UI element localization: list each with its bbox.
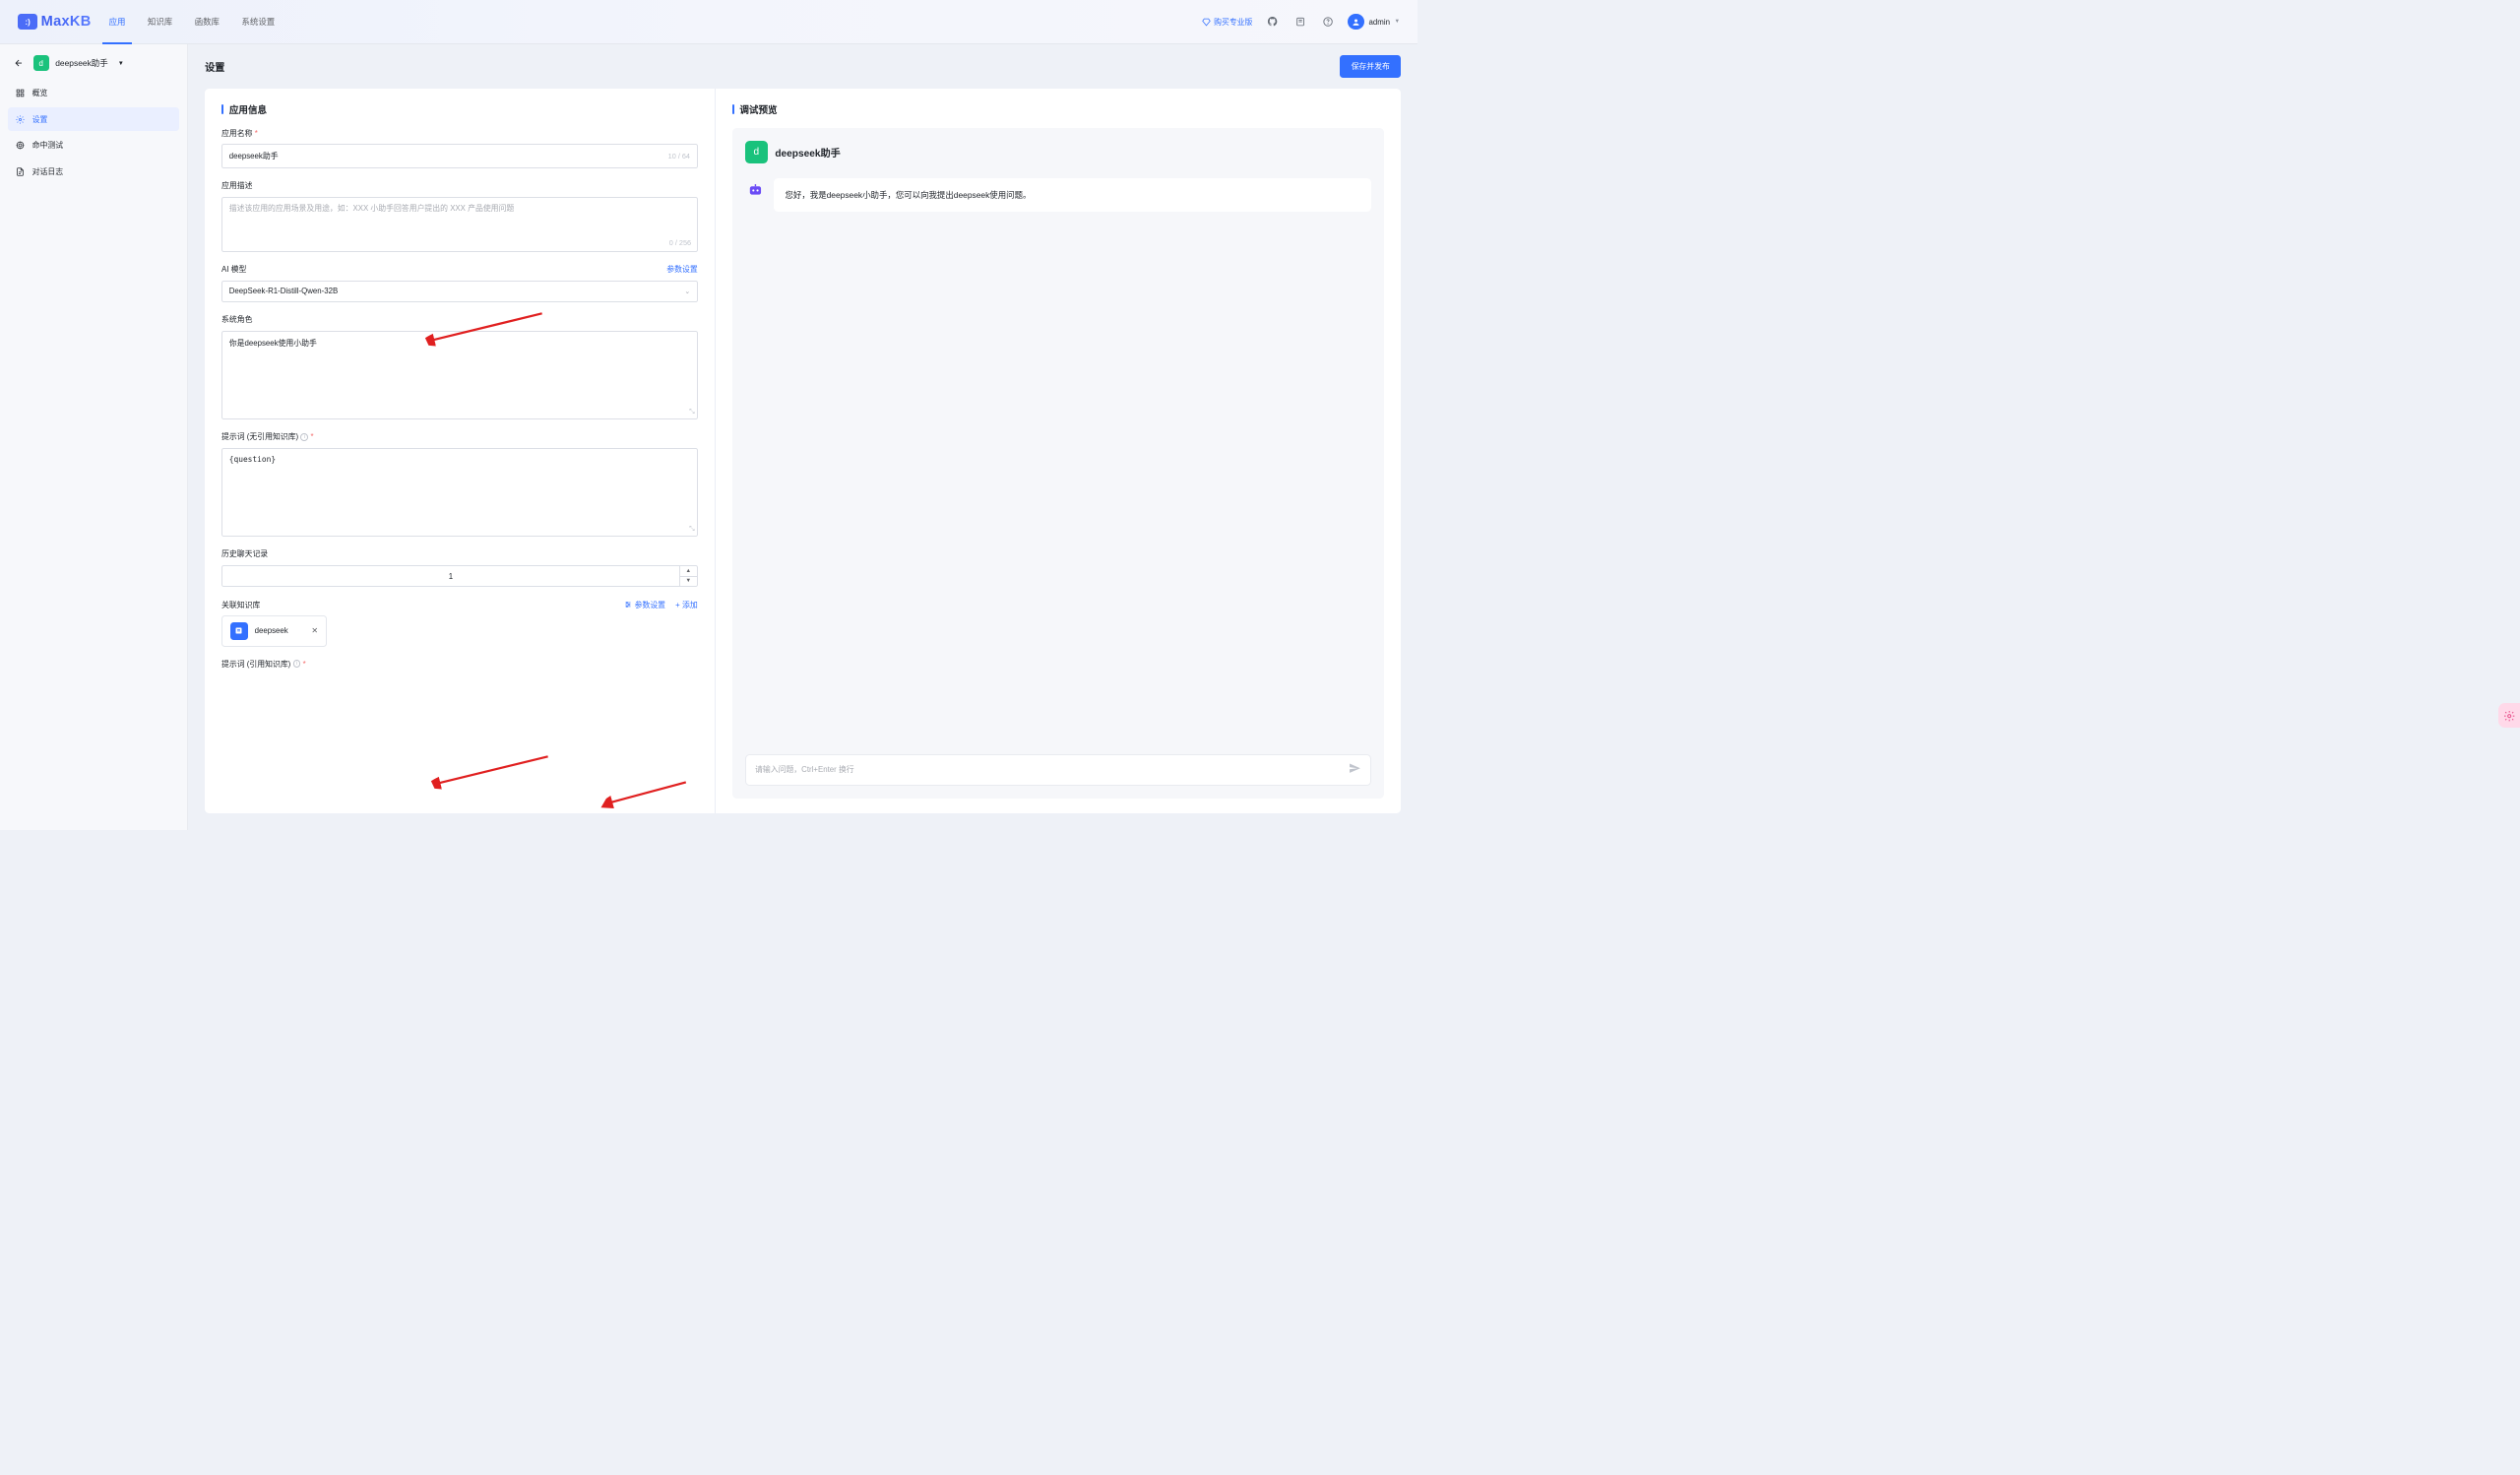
- chat-input-placeholder: 请输入问题，Ctrl+Enter 换行: [755, 764, 1343, 775]
- kb-name: deepseek: [255, 626, 288, 635]
- docs-icon[interactable]: [1292, 14, 1308, 30]
- help-icon[interactable]: [1320, 14, 1336, 30]
- label-kb: 关联知识库: [221, 600, 260, 610]
- preview-app-title: deepseek助手: [775, 145, 840, 160]
- section-bar: [221, 104, 223, 114]
- label-prompt-nokb: 提示词 (无引用知识库) i *: [221, 431, 698, 442]
- textarea-prompt-nokb[interactable]: {question} ⤡: [221, 448, 698, 537]
- chevron-down-icon: ⌄: [684, 288, 690, 295]
- preview-badge: d: [745, 141, 768, 163]
- section-head-app-info: 应用信息: [221, 102, 698, 116]
- label-app-desc: 应用描述: [221, 180, 698, 191]
- nav-tab-kb[interactable]: 知识库: [148, 0, 172, 43]
- breadcrumb-app-name[interactable]: deepseek助手: [55, 57, 107, 69]
- github-icon[interactable]: [1265, 14, 1281, 30]
- diamond-icon: [1202, 18, 1211, 27]
- section-bar: [732, 104, 734, 114]
- textarea-app-desc[interactable]: 描述该应用的应用场景及用途，如：XXX 小助手回答用户提出的 XXX 产品使用问…: [221, 197, 698, 252]
- sidebar: d deepseek助手 ▼ 概览 设置: [0, 44, 188, 830]
- input-app-name[interactable]: deepseek助手 10 / 64: [221, 144, 698, 167]
- stepper-value[interactable]: 1: [222, 566, 679, 586]
- topbar: MaxKB 应用 知识库 函数库 系统设置 购买专业版: [0, 0, 1418, 44]
- label-app-name: 应用名称*: [221, 128, 698, 139]
- nav-tabs: 应用 知识库 函数库 系统设置: [109, 0, 276, 43]
- kb-add-link[interactable]: + 添加: [675, 600, 698, 610]
- kb-remove-button[interactable]: ✕: [294, 626, 317, 635]
- logo[interactable]: MaxKB: [18, 14, 92, 31]
- logo-text: MaxKB: [41, 14, 92, 30]
- nav-tab-app[interactable]: 应用: [109, 0, 126, 43]
- counter: 10 / 64: [668, 152, 690, 160]
- plus-icon: +: [675, 601, 680, 609]
- section-head-preview: 调试预览: [732, 102, 1385, 116]
- logo-icon: [18, 14, 37, 31]
- nav-tab-func[interactable]: 函数库: [195, 0, 220, 43]
- kb-icon: [230, 622, 248, 640]
- main-card: 应用信息 应用名称* deepseek助手 10 / 64: [205, 89, 1401, 813]
- user-menu[interactable]: admin ▼: [1348, 14, 1400, 31]
- document-icon: [16, 167, 26, 177]
- side-nav: 概览 设置 命中测试: [0, 77, 187, 189]
- caret-down-icon: ▼: [1394, 19, 1400, 25]
- resize-handle-icon: ⤡: [689, 409, 694, 417]
- bot-message: 您好，我是deepseek小助手，您可以向我提出deepseek使用问题。: [745, 178, 1371, 212]
- sidebar-item-label: 对话日志: [32, 166, 63, 177]
- back-button[interactable]: [11, 55, 27, 71]
- info-icon[interactable]: i: [300, 433, 308, 441]
- topbar-right: 购买专业版 admin ▼: [1202, 14, 1400, 31]
- label-history: 历史聊天记录: [221, 548, 698, 559]
- stepper-down-button[interactable]: ▼: [680, 577, 697, 587]
- section-title: 调试预览: [739, 102, 777, 116]
- send-icon[interactable]: [1349, 762, 1360, 776]
- sidebar-item-settings[interactable]: 设置: [8, 107, 180, 132]
- label-ai-model: AI 模型: [221, 264, 246, 275]
- avatar-icon: [1348, 14, 1364, 31]
- kb-item: deepseek ✕: [221, 615, 327, 646]
- nav-tab-settings[interactable]: 系统设置: [241, 0, 275, 43]
- target-icon: [16, 141, 26, 151]
- textarea-system-role[interactable]: 你是deepseek使用小助手 ⤡: [221, 331, 698, 419]
- sidebar-item-label: 概览: [32, 88, 48, 98]
- gear-icon: [16, 114, 26, 124]
- sidebar-item-chat-log[interactable]: 对话日志: [8, 160, 180, 184]
- preview-column: 调试预览 d deepseek助手 您好，我是deeps: [716, 89, 1402, 813]
- username: admin: [1369, 18, 1390, 27]
- sidebar-item-label: 设置: [32, 114, 48, 125]
- grid-icon: [16, 88, 26, 97]
- sidebar-item-overview[interactable]: 概览: [8, 81, 180, 105]
- stepper-up-button[interactable]: ▲: [680, 566, 697, 577]
- ai-model-params-link[interactable]: 参数设置: [666, 264, 697, 275]
- resize-handle-icon: ⤡: [689, 526, 694, 534]
- bot-avatar-icon: [745, 181, 765, 201]
- breadcrumb: d deepseek助手 ▼: [0, 50, 187, 77]
- label-prompt-kb: 提示词 (引用知识库) i *: [221, 659, 698, 670]
- app-badge: d: [33, 55, 49, 71]
- kb-params-link[interactable]: 参数设置: [624, 600, 665, 610]
- preview-panel: d deepseek助手 您好，我是deepseek小助手，您可以向我提出dee…: [732, 128, 1385, 800]
- page-header: 设置 保存并发布: [188, 44, 1418, 89]
- info-icon[interactable]: i: [293, 660, 301, 668]
- save-publish-button[interactable]: 保存并发布: [1340, 55, 1401, 77]
- bot-message-text: 您好，我是deepseek小助手，您可以向我提出deepseek使用问题。: [774, 178, 1371, 212]
- chat-input[interactable]: 请输入问题，Ctrl+Enter 换行: [745, 754, 1371, 786]
- sliders-icon: [624, 601, 632, 609]
- preview-header: d deepseek助手: [745, 141, 1371, 163]
- label-system-role: 系统角色: [221, 314, 698, 325]
- form-column: 应用信息 应用名称* deepseek助手 10 / 64: [205, 89, 716, 813]
- caret-down-icon[interactable]: ▼: [118, 60, 124, 67]
- page-title: 设置: [205, 59, 224, 74]
- stepper-history[interactable]: 1 ▲ ▼: [221, 565, 698, 587]
- sidebar-item-hit-test[interactable]: 命中测试: [8, 134, 180, 159]
- sidebar-item-label: 命中测试: [32, 140, 63, 151]
- buy-pro-link[interactable]: 购买专业版: [1202, 17, 1253, 28]
- section-title: 应用信息: [229, 102, 267, 116]
- select-ai-model[interactable]: DeepSeek-R1-Distill-Qwen-32B ⌄: [221, 281, 698, 302]
- counter: 0 / 256: [669, 238, 691, 247]
